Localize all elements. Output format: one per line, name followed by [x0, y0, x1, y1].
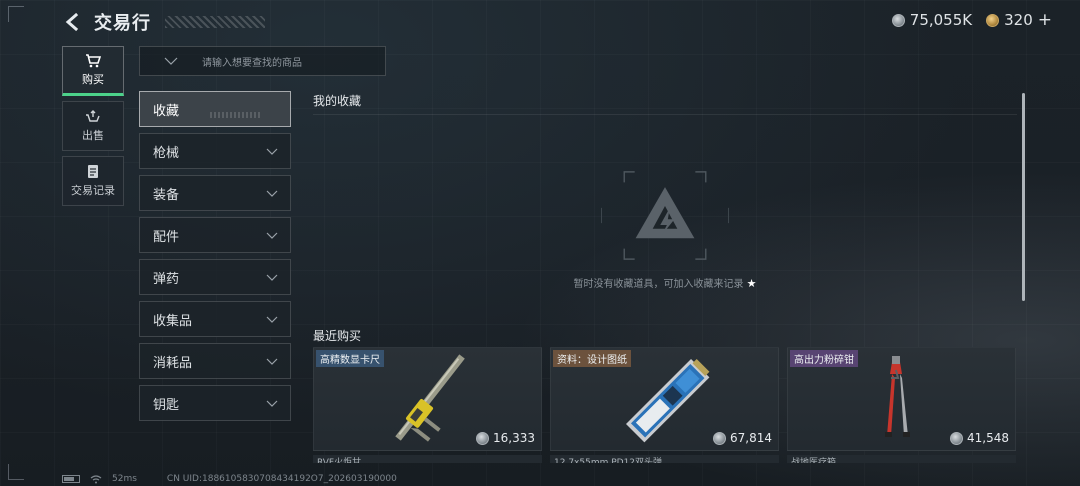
- chevron-down-icon: [266, 190, 278, 197]
- silver-coin-icon: [891, 13, 905, 27]
- silver-coin-icon: [713, 431, 726, 445]
- item-price: 67,814: [713, 431, 772, 445]
- category-favorites[interactable]: 收藏: [139, 91, 291, 127]
- sell-cart-icon: [86, 109, 100, 122]
- silver-coin-icon: [950, 431, 963, 445]
- chevron-down-icon: [266, 358, 278, 365]
- nav-buy[interactable]: 购买: [62, 46, 124, 96]
- category-label: 钥匙: [153, 397, 180, 413]
- category-guns[interactable]: 枪械: [139, 133, 291, 169]
- chevron-down-icon: [164, 57, 178, 65]
- item-card-peek[interactable]: 战地医疗箱: [787, 455, 1016, 463]
- item-name: 高出力粉碎钳: [790, 350, 858, 367]
- chevron-down-icon: [266, 274, 278, 281]
- title-decoration: [165, 16, 265, 28]
- trade-nav: 购买 出售 交易记录: [62, 46, 124, 206]
- chevron-down-icon: [266, 148, 278, 155]
- frame-corner: [8, 6, 24, 22]
- uid-text: CN UID:1886105830708434192O7_20260319000…: [166, 474, 397, 484]
- category-keys[interactable]: 钥匙: [139, 385, 291, 421]
- frame-corner: [8, 464, 24, 480]
- gold-amount: 320: [1004, 11, 1033, 29]
- category-equipment[interactable]: 装备: [139, 175, 291, 211]
- silver-amount: 75,055K: [909, 11, 973, 29]
- battery-icon: [62, 475, 80, 483]
- category-label: 配件: [153, 229, 180, 245]
- favorites-divider: [313, 114, 1017, 115]
- record-icon: [88, 165, 98, 178]
- nav-records-label: 交易记录: [71, 184, 115, 197]
- category-collectibles[interactable]: 收集品: [139, 301, 291, 337]
- item-card[interactable]: 高出力粉碎钳 41,548: [787, 347, 1016, 451]
- nav-buy-label: 购买: [82, 72, 104, 86]
- favorites-title: 我的收藏: [313, 94, 362, 108]
- chevron-down-icon: [266, 400, 278, 407]
- empty-logo-icon: [601, 171, 729, 260]
- silver-coin-icon: [476, 431, 489, 445]
- gold-balance: 320 +: [986, 10, 1052, 30]
- star-icon: ★: [746, 277, 757, 290]
- favorites-empty-state: 暂时没有收藏道具，可加入收藏来记录 ★: [520, 170, 810, 290]
- category-label: 装备: [153, 187, 180, 203]
- chevron-down-icon: [266, 316, 278, 323]
- header: 交易行: [62, 8, 265, 36]
- item-card-peek[interactable]: 12.7x55mm PD12双头弹: [550, 455, 779, 463]
- scrollbar[interactable]: [1022, 93, 1025, 301]
- chevron-down-icon: [266, 232, 278, 239]
- nav-sell-label: 出售: [82, 128, 104, 142]
- empty-message: 暂时没有收藏道具，可加入收藏来记录 ★: [573, 277, 757, 290]
- page-title: 交易行: [94, 13, 151, 34]
- category-ammo[interactable]: 弹药: [139, 259, 291, 295]
- search-placeholder: 请输入想要查找的商品: [202, 57, 302, 69]
- wifi-icon: [90, 474, 102, 483]
- item-name: 高精数显卡尺: [316, 350, 384, 367]
- category-label: 消耗品: [153, 355, 193, 371]
- recent-items-next-row: RVF火炬甘 12.7x55mm PD12双头弹 战地医疗箱: [313, 455, 1016, 463]
- cart-icon: [86, 53, 101, 67]
- status-bar: 52ms CN UID:1886105830708434192O7_202603…: [62, 474, 397, 484]
- item-card-peek[interactable]: RVF火炬甘: [313, 455, 542, 463]
- item-card[interactable]: 资料：设计图纸 67,814: [550, 347, 779, 451]
- gold-coin-icon: [986, 13, 1000, 27]
- nav-records[interactable]: 交易记录: [62, 156, 124, 206]
- category-label: 收藏: [153, 103, 180, 119]
- item-card[interactable]: 高精数显卡尺 16,333: [313, 347, 542, 451]
- category-label: 弹药: [153, 271, 180, 287]
- currency-bar: 75,055K 320 +: [891, 10, 1052, 30]
- category-list: 收藏 枪械 装备 配件 弹药 收集品 消耗品 钥匙: [139, 91, 291, 421]
- ping-value: 52ms: [112, 474, 137, 484]
- item-name: 资料：设计图纸: [553, 350, 631, 367]
- category-label: 枪械: [153, 145, 180, 161]
- search-input[interactable]: 请输入想要查找的商品: [139, 46, 386, 76]
- recent-items: 高精数显卡尺 16,333 资料：设计图纸 67,814 高出力粉碎钳 41,5…: [313, 347, 1016, 451]
- item-price: 16,333: [476, 431, 535, 445]
- category-label: 收集品: [153, 313, 193, 329]
- category-attachments[interactable]: 配件: [139, 217, 291, 253]
- recent-title: 最近购买: [313, 329, 362, 343]
- category-consumables[interactable]: 消耗品: [139, 343, 291, 379]
- back-arrow-icon[interactable]: [62, 11, 84, 33]
- add-currency-button[interactable]: +: [1038, 10, 1052, 30]
- item-price: 41,548: [950, 431, 1009, 445]
- nav-sell[interactable]: 出售: [62, 101, 124, 151]
- silver-balance: 75,055K: [891, 11, 973, 29]
